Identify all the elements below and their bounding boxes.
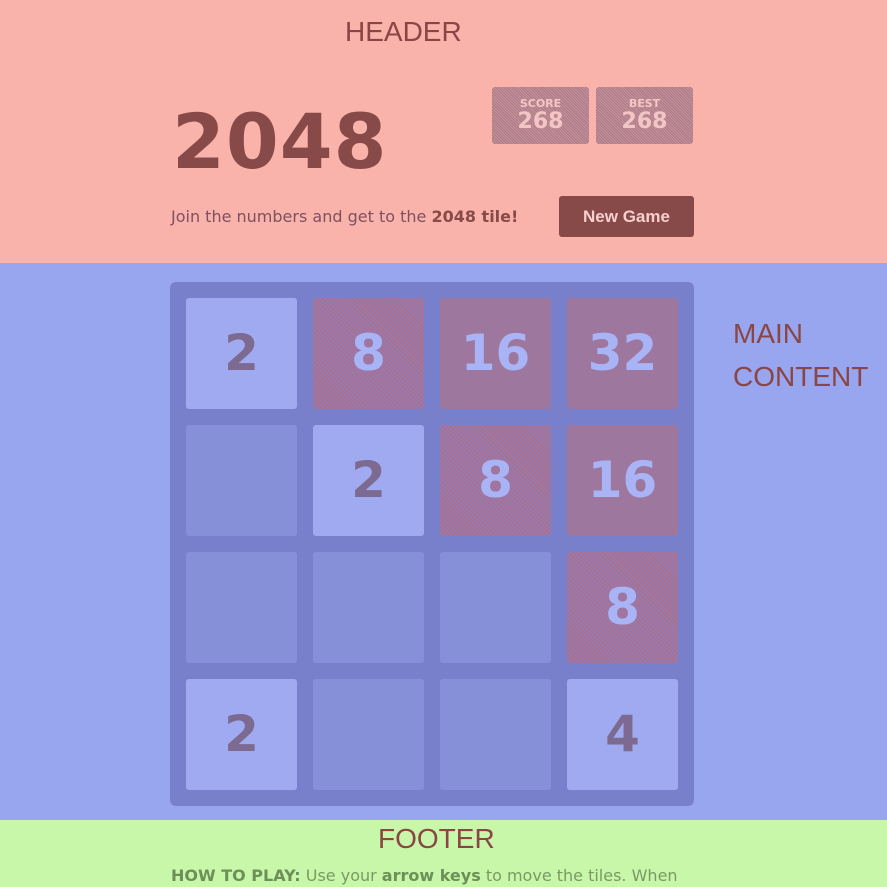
game-title: 2048	[172, 97, 388, 186]
main-annotation: MAIN CONTENT	[733, 312, 868, 398]
grid-cell	[440, 679, 551, 790]
tile-4: 4	[567, 679, 678, 790]
tile-2: 2	[186, 679, 297, 790]
tile-8: 8	[313, 298, 424, 409]
tile-16: 16	[567, 425, 678, 536]
header-region: HEADER 2048 SCORE 268 BEST 268 Join the …	[0, 0, 887, 263]
header-annotation: HEADER	[345, 16, 462, 47]
tile-8: 8	[567, 552, 678, 663]
intro-bold: 2048 tile!	[431, 207, 519, 226]
main-annotation-line2: CONTENT	[733, 361, 869, 392]
grid-cell	[313, 679, 424, 790]
intro-plain: Join the numbers and get to the	[171, 207, 432, 226]
main-content-region: MAIN CONTENT 2 8 16 32 2 8 16 8 2 4	[0, 263, 887, 820]
intro-text: Join the numbers and get to the 2048 til…	[171, 207, 518, 226]
score-value: 268	[517, 109, 564, 134]
tile-2: 2	[313, 425, 424, 536]
tile-2: 2	[186, 298, 297, 409]
game-board: 2 8 16 32 2 8 16 8 2 4	[170, 282, 694, 806]
footer-region: FOOTER HOW TO PLAY: Use your arrow keys …	[0, 820, 887, 887]
best-box: BEST 268	[596, 87, 693, 144]
tile-32: 32	[567, 298, 678, 409]
score-box: SCORE 268	[492, 87, 589, 144]
how-to-play-text: HOW TO PLAY: Use your arrow keys to move…	[171, 866, 678, 885]
arrow-keys-text: arrow keys	[381, 866, 481, 885]
tile-16: 16	[440, 298, 551, 409]
new-game-button[interactable]: New Game	[559, 196, 694, 237]
how-to-play-label: HOW TO PLAY:	[171, 866, 301, 885]
grid-cell	[186, 425, 297, 536]
how-to-text-1: Use your	[300, 866, 382, 885]
main-annotation-line1: MAIN	[733, 318, 803, 349]
grid-cell	[186, 552, 297, 663]
best-value: 268	[621, 109, 668, 134]
grid-cell	[313, 552, 424, 663]
tile-8: 8	[440, 425, 551, 536]
footer-annotation: FOOTER	[378, 823, 495, 854]
grid-cell	[440, 552, 551, 663]
how-to-text-2: to move the tiles. When	[480, 866, 678, 885]
